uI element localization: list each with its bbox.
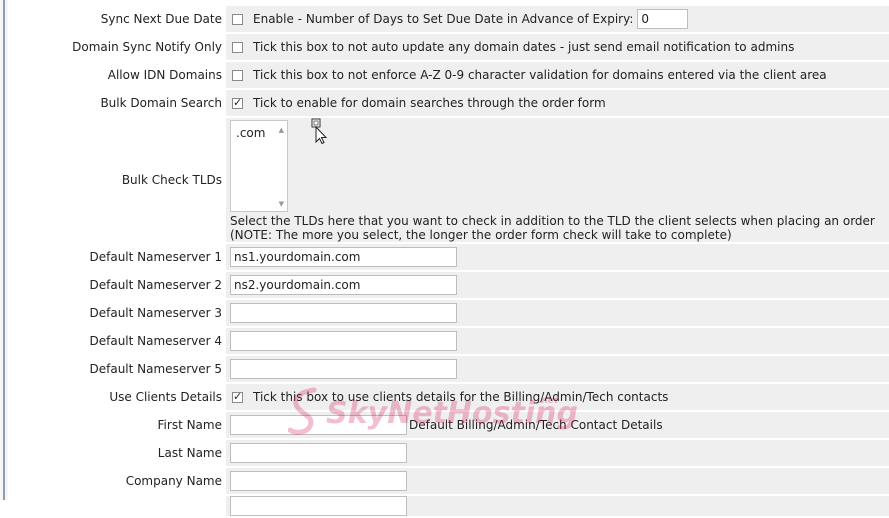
use-clients-details-checkbox[interactable] [232, 390, 243, 403]
nameserver-3-label: Default Nameserver 3 [26, 300, 226, 326]
scroll-down-icon[interactable]: ▼ [279, 200, 284, 208]
allow-idn-text: Tick this box to not enforce A-Z 0-9 cha… [253, 68, 827, 82]
left-rail [0, 0, 8, 500]
row-nameserver-5: Default Nameserver 5 [26, 356, 889, 382]
row-use-clients-details: Use Clients Details Tick this box to use… [26, 384, 889, 410]
partial-row-label [26, 496, 226, 516]
last-name-field [226, 440, 889, 466]
first-name-field: Default Billing/Admin/Tech Contact Detai… [226, 412, 889, 438]
row-bulk-domain-search: Bulk Domain Search Tick to enable for do… [26, 90, 889, 116]
nameserver-5-label: Default Nameserver 5 [26, 356, 226, 382]
row-nameserver-4: Default Nameserver 4 [26, 328, 889, 354]
last-name-input[interactable] [230, 443, 407, 463]
row-allow-idn: Allow IDN Domains Tick this box to not e… [26, 62, 889, 88]
row-bulk-check-tlds: Bulk Check TLDs .com ▲ ▼ Select the TLDs… [26, 118, 889, 242]
row-domain-sync-notify: Domain Sync Notify Only Tick this box to… [26, 34, 889, 60]
row-company-name: Company Name [26, 468, 889, 494]
scroll-up-icon[interactable]: ▲ [279, 126, 284, 134]
first-name-input[interactable] [230, 415, 407, 435]
mouse-cursor-icon [311, 118, 328, 144]
nameserver-2-input[interactable]: ns2.yourdomain.com [230, 275, 457, 295]
use-clients-details-text: Tick this box to use clients details for… [253, 390, 669, 404]
sync-next-due-date-text: Enable - Number of Days to Set Due Date … [253, 12, 634, 26]
allow-idn-label: Allow IDN Domains [26, 62, 226, 88]
tld-option[interactable]: .com [236, 126, 265, 140]
due-date-days-input[interactable]: 0 [637, 9, 689, 29]
use-clients-details-field: Tick this box to use clients details for… [226, 384, 889, 410]
nameserver-4-input[interactable] [230, 331, 457, 351]
nameserver-1-field: ns1.yourdomain.com [226, 244, 889, 270]
nameserver-4-field [226, 328, 889, 354]
row-last-name: Last Name [26, 440, 889, 466]
nameserver-3-input[interactable] [230, 303, 457, 323]
nameserver-1-label: Default Nameserver 1 [26, 244, 226, 270]
tld-listbox[interactable]: .com ▲ ▼ [230, 120, 288, 212]
row-nameserver-2: Default Nameserver 2 ns2.yourdomain.com [26, 272, 889, 298]
nameserver-4-label: Default Nameserver 4 [26, 328, 226, 354]
domain-sync-notify-text: Tick this box to not auto update any dom… [253, 40, 795, 54]
first-name-label: First Name [26, 412, 226, 438]
nameserver-1-input[interactable]: ns1.yourdomain.com [230, 247, 457, 267]
domain-sync-notify-label: Domain Sync Notify Only [26, 34, 226, 60]
partial-input[interactable] [230, 496, 407, 516]
sync-next-due-date-field: Enable - Number of Days to Set Due Date … [226, 6, 889, 32]
row-nameserver-3: Default Nameserver 3 [26, 300, 889, 326]
bulk-domain-search-field: Tick to enable for domain searches throu… [226, 90, 889, 116]
row-sync-next-due-date: Sync Next Due Date Enable - Number of Da… [26, 6, 889, 32]
company-name-input[interactable] [230, 471, 407, 491]
allow-idn-checkbox[interactable] [232, 69, 243, 81]
nameserver-2-field: ns2.yourdomain.com [226, 272, 889, 298]
last-name-label: Last Name [26, 440, 226, 466]
sync-next-due-date-checkbox[interactable] [232, 13, 243, 25]
nameserver-2-label: Default Nameserver 2 [26, 272, 226, 298]
nameserver-3-field [226, 300, 889, 326]
row-partial [26, 496, 889, 516]
sync-next-due-date-label: Sync Next Due Date [26, 6, 226, 32]
tld-help-line1: Select the TLDs here that you want to ch… [230, 214, 875, 228]
bulk-domain-search-checkbox[interactable] [232, 96, 243, 109]
nameserver-5-input[interactable] [230, 359, 457, 379]
nameserver-5-field [226, 356, 889, 382]
row-nameserver-1: Default Nameserver 1 ns1.yourdomain.com [26, 244, 889, 270]
default-contact-details-text: Default Billing/Admin/Tech Contact Detai… [409, 418, 663, 432]
row-first-name: First Name Default Billing/Admin/Tech Co… [26, 412, 889, 438]
tld-help-line2: (NOTE: The more you select, the longer t… [230, 228, 732, 242]
use-clients-details-label: Use Clients Details [26, 384, 226, 410]
company-name-label: Company Name [26, 468, 226, 494]
domain-sync-notify-checkbox[interactable] [232, 41, 243, 53]
domain-sync-notify-field: Tick this box to not auto update any dom… [226, 34, 889, 60]
partial-row-field [226, 496, 889, 516]
allow-idn-field: Tick this box to not enforce A-Z 0-9 cha… [226, 62, 889, 88]
domain-settings-form: Sync Next Due Date Enable - Number of Da… [26, 6, 889, 518]
bulk-domain-search-text: Tick to enable for domain searches throu… [253, 96, 606, 110]
tld-help-text: Select the TLDs here that you want to ch… [230, 214, 875, 242]
bulk-domain-search-label: Bulk Domain Search [26, 90, 226, 116]
bulk-check-tlds-label: Bulk Check TLDs [26, 118, 226, 242]
company-name-field [226, 468, 889, 494]
